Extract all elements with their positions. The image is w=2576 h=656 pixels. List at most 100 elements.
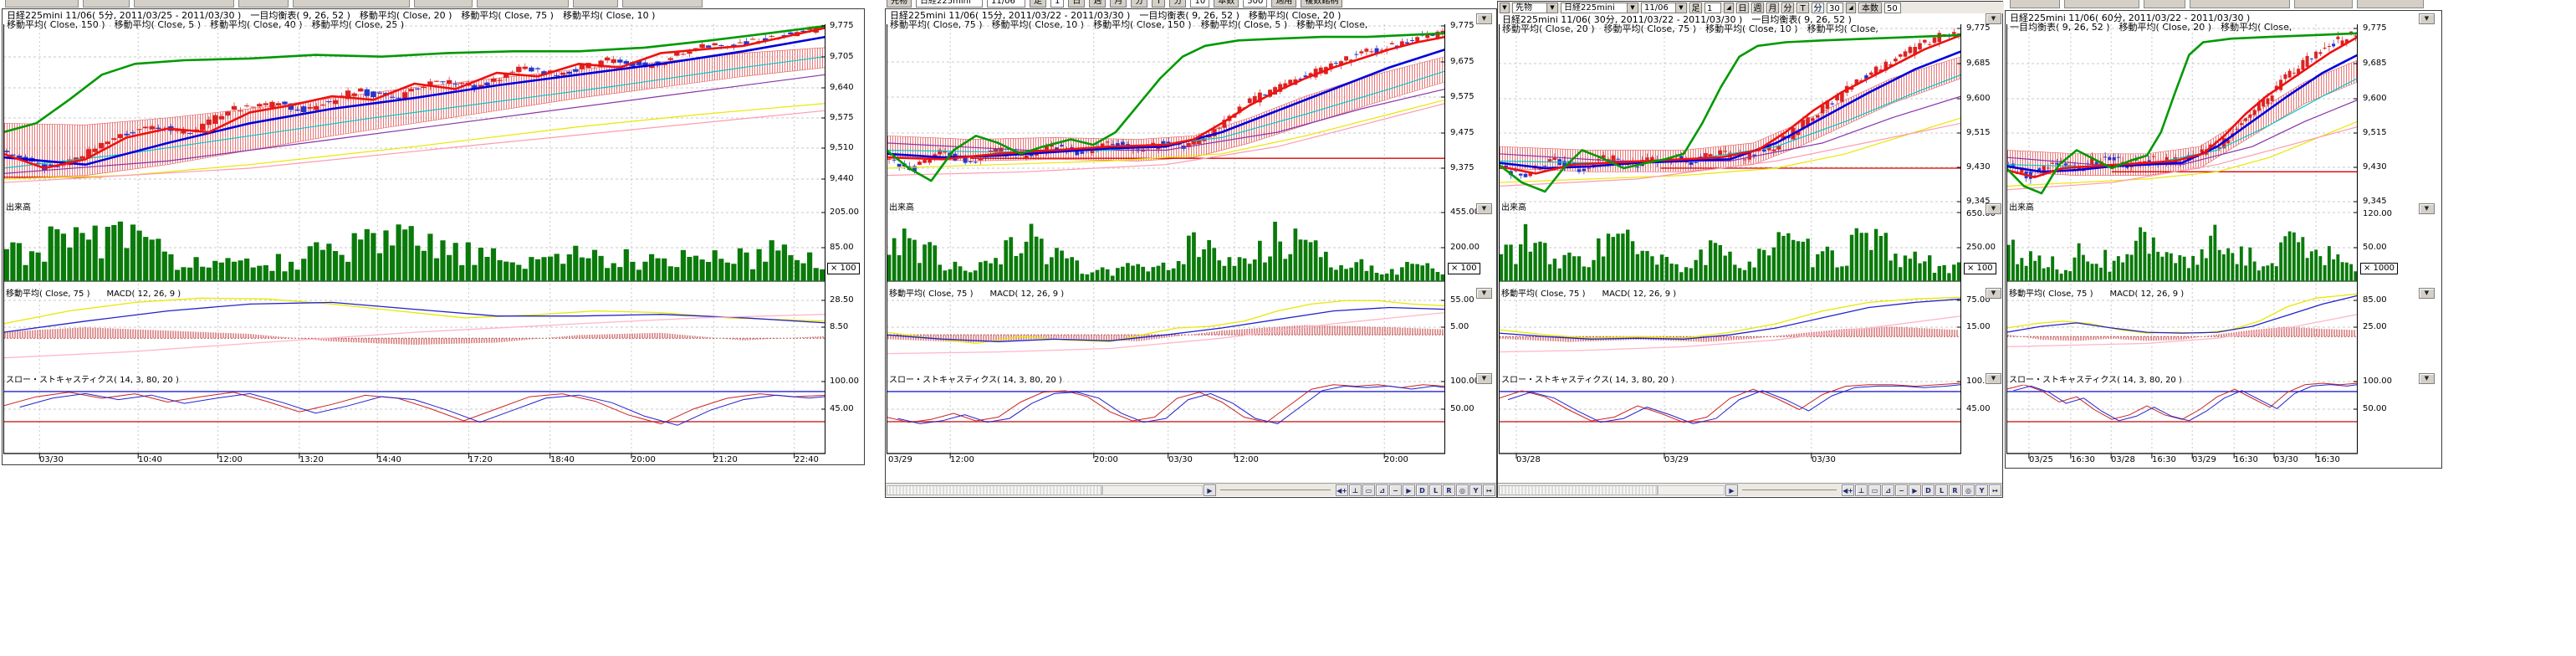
toolbar-icon-4[interactable]: − xyxy=(1895,484,1908,496)
zoom-slider[interactable] xyxy=(1742,489,1837,490)
collapse-pane-button[interactable]: ▼ xyxy=(1476,373,1492,384)
collapse-pane-button[interactable]: ▼ xyxy=(1986,373,2001,384)
background-toolbar-item: T xyxy=(1152,0,1165,8)
horizontal-scrollbar[interactable] xyxy=(1499,485,1658,495)
volume-multiplier-badge: × 100 xyxy=(1448,263,1480,274)
toolbar-icon-8[interactable]: R xyxy=(1443,484,1455,496)
horizontal-scrollbar[interactable] xyxy=(887,485,1102,495)
toolbar-icon-2[interactable]: ▭ xyxy=(1868,484,1881,496)
time-axis-label: 20:00 xyxy=(1094,456,1118,464)
collapse-pane-button[interactable]: ▼ xyxy=(2419,13,2435,24)
period-tick-button[interactable]: T xyxy=(1797,3,1809,13)
toolbar-icon-9[interactable]: ◎ xyxy=(1456,484,1469,496)
background-box xyxy=(2064,0,2139,8)
time-axis-label: 12:00 xyxy=(218,456,243,464)
scroll-right-icon[interactable]: ▶ xyxy=(1204,484,1216,496)
stoch-pane-title: スロー・ストキャスティクス( 14, 3, 80, 20 ) xyxy=(1501,376,1674,385)
period-weekly-button[interactable]: 週 xyxy=(1751,3,1764,13)
toolbar-icon-5[interactable]: ▶ xyxy=(1909,484,1921,496)
collapse-pane-button[interactable]: ▼ xyxy=(1476,13,1492,24)
horizontal-scrollbar-track[interactable] xyxy=(1102,485,1203,495)
toolbar-icon-1[interactable]: ⊥ xyxy=(1349,484,1362,496)
time-axis-label: 22:40 xyxy=(795,456,819,464)
volume-axis-label: 205.00 xyxy=(830,208,859,217)
time-axis-label: 16:30 xyxy=(2152,456,2176,464)
chart-bottom-toolbar: ▶ ◀+ ⊥ ▭ ⊿ − ▶ D L R ◎ Y ↦ xyxy=(886,483,1496,496)
time-axis-label: 03/30 xyxy=(1812,456,1836,464)
spinner-icon[interactable]: ◢ xyxy=(1846,3,1856,13)
time-axis-label: 12:00 xyxy=(950,456,974,464)
price-chart-canvas[interactable] xyxy=(2006,24,2358,461)
toolbar-icon-9[interactable]: ◎ xyxy=(1962,484,1975,496)
toolbar-icon-2[interactable]: ▭ xyxy=(1362,484,1375,496)
background-box xyxy=(573,0,618,8)
stoch-axis-label: 100.00 xyxy=(830,377,859,386)
background-toolbar-item: 分 xyxy=(1131,0,1147,8)
bar-interval-value: 1 xyxy=(1705,3,1721,13)
price-chart-canvas[interactable] xyxy=(3,24,825,461)
macd-pane-title: 移動平均( Close, 75 ) MACD( 12, 26, 9 ) xyxy=(1501,290,1676,299)
collapse-pane-button[interactable]: ▼ xyxy=(1476,288,1492,299)
chart-window-15min: 日経225mini 11/06( 15分, 2011/03/22 - 2011/… xyxy=(885,8,1497,498)
background-box xyxy=(2294,0,2353,8)
period-monthly-button[interactable]: 月 xyxy=(1766,3,1779,13)
period-minute-button[interactable]: 分 xyxy=(1781,3,1794,13)
price-axis-label: 9,705 xyxy=(830,53,854,61)
collapse-pane-button[interactable]: ▼ xyxy=(1986,13,2001,24)
scroll-right-icon[interactable]: ▶ xyxy=(1725,484,1738,496)
bar-count-value: 50 xyxy=(1884,3,1901,13)
toolbar-icon-7[interactable]: L xyxy=(1935,484,1948,496)
toolbar-icon-6[interactable]: D xyxy=(1416,484,1429,496)
volume-axis-label: 85.00 xyxy=(830,243,854,252)
collapse-pane-button[interactable]: ▼ xyxy=(2419,373,2435,384)
background-box xyxy=(2357,0,2424,8)
toolbar-icon-3[interactable]: ⊿ xyxy=(1376,484,1388,496)
toolbar-icon-3[interactable]: ⊿ xyxy=(1882,484,1894,496)
contract-dropdown[interactable]: 11/06 ▼ xyxy=(1641,3,1687,13)
toolbar-icon-7[interactable]: L xyxy=(1429,484,1442,496)
background-box xyxy=(293,0,410,8)
chart-title-line1: 日経225mini 11/06( 30分, 2011/03/22 - 2011/… xyxy=(1502,15,1999,24)
toolbar-icon-11[interactable]: ↦ xyxy=(1483,484,1495,496)
zoom-slider[interactable] xyxy=(1220,489,1331,490)
toolbar-icon-10[interactable]: Y xyxy=(1975,484,1988,496)
toolbar-icon-6[interactable]: D xyxy=(1922,484,1935,496)
background-box xyxy=(477,0,569,8)
price-chart-canvas[interactable] xyxy=(1499,24,1961,461)
time-axis-label: 18:40 xyxy=(550,456,575,464)
toolbar-icon-0[interactable]: ◀+ xyxy=(1336,484,1348,496)
toolbar-icon-1[interactable]: ⊥ xyxy=(1855,484,1868,496)
price-axis-label: 9,430 xyxy=(2363,163,2387,172)
market-dropdown[interactable]: 先物 ▼ xyxy=(1512,3,1558,13)
toolbar-icon-11[interactable]: ↦ xyxy=(1989,484,2001,496)
price-axis-label: 9,575 xyxy=(830,114,854,122)
symbol-dropdown[interactable]: 日経225mini ▼ xyxy=(1561,3,1638,13)
volume-pane-title: 出来高 xyxy=(2009,203,2034,213)
chevron-down-icon[interactable]: ▼ xyxy=(1500,3,1510,13)
collapse-pane-button[interactable]: ▼ xyxy=(2419,288,2435,299)
volume-multiplier-badge: × 100 xyxy=(1964,263,1996,274)
collapse-pane-button[interactable]: ▼ xyxy=(1986,288,2001,299)
symbol-dropdown-value: 日経225mini xyxy=(1561,3,1627,13)
time-axis-label: 03/30 xyxy=(39,456,64,464)
time-axis-label: 03/30 xyxy=(2274,456,2298,464)
time-axis-label: 03/29 xyxy=(1664,456,1689,464)
collapse-pane-button[interactable]: ▼ xyxy=(2419,203,2435,214)
price-chart-canvas[interactable] xyxy=(887,24,1445,461)
collapse-pane-button[interactable]: ▼ xyxy=(1986,203,2001,214)
macd-pane-title: 移動平均( Close, 75 ) MACD( 12, 26, 9 ) xyxy=(889,290,1064,299)
macd-axis-label: 15.00 xyxy=(1966,323,1991,331)
toolbar-icon-10[interactable]: Y xyxy=(1469,484,1482,496)
period-daily-button[interactable]: 日 xyxy=(1736,3,1749,13)
toolbar-icon-8[interactable]: R xyxy=(1949,484,1961,496)
background-window-sliver xyxy=(2,0,863,8)
background-box xyxy=(2190,0,2290,8)
time-axis-label: 03/29 xyxy=(2192,456,2216,464)
toolbar-icon-0[interactable]: ◀+ xyxy=(1842,484,1854,496)
collapse-pane-button[interactable]: ▼ xyxy=(1476,203,1492,214)
spinner-icon[interactable]: ◢ xyxy=(1724,3,1734,13)
horizontal-scrollbar-track[interactable] xyxy=(1658,485,1725,495)
toolbar-icon-4[interactable]: − xyxy=(1389,484,1402,496)
background-box xyxy=(2010,0,2060,8)
toolbar-icon-5[interactable]: ▶ xyxy=(1403,484,1415,496)
